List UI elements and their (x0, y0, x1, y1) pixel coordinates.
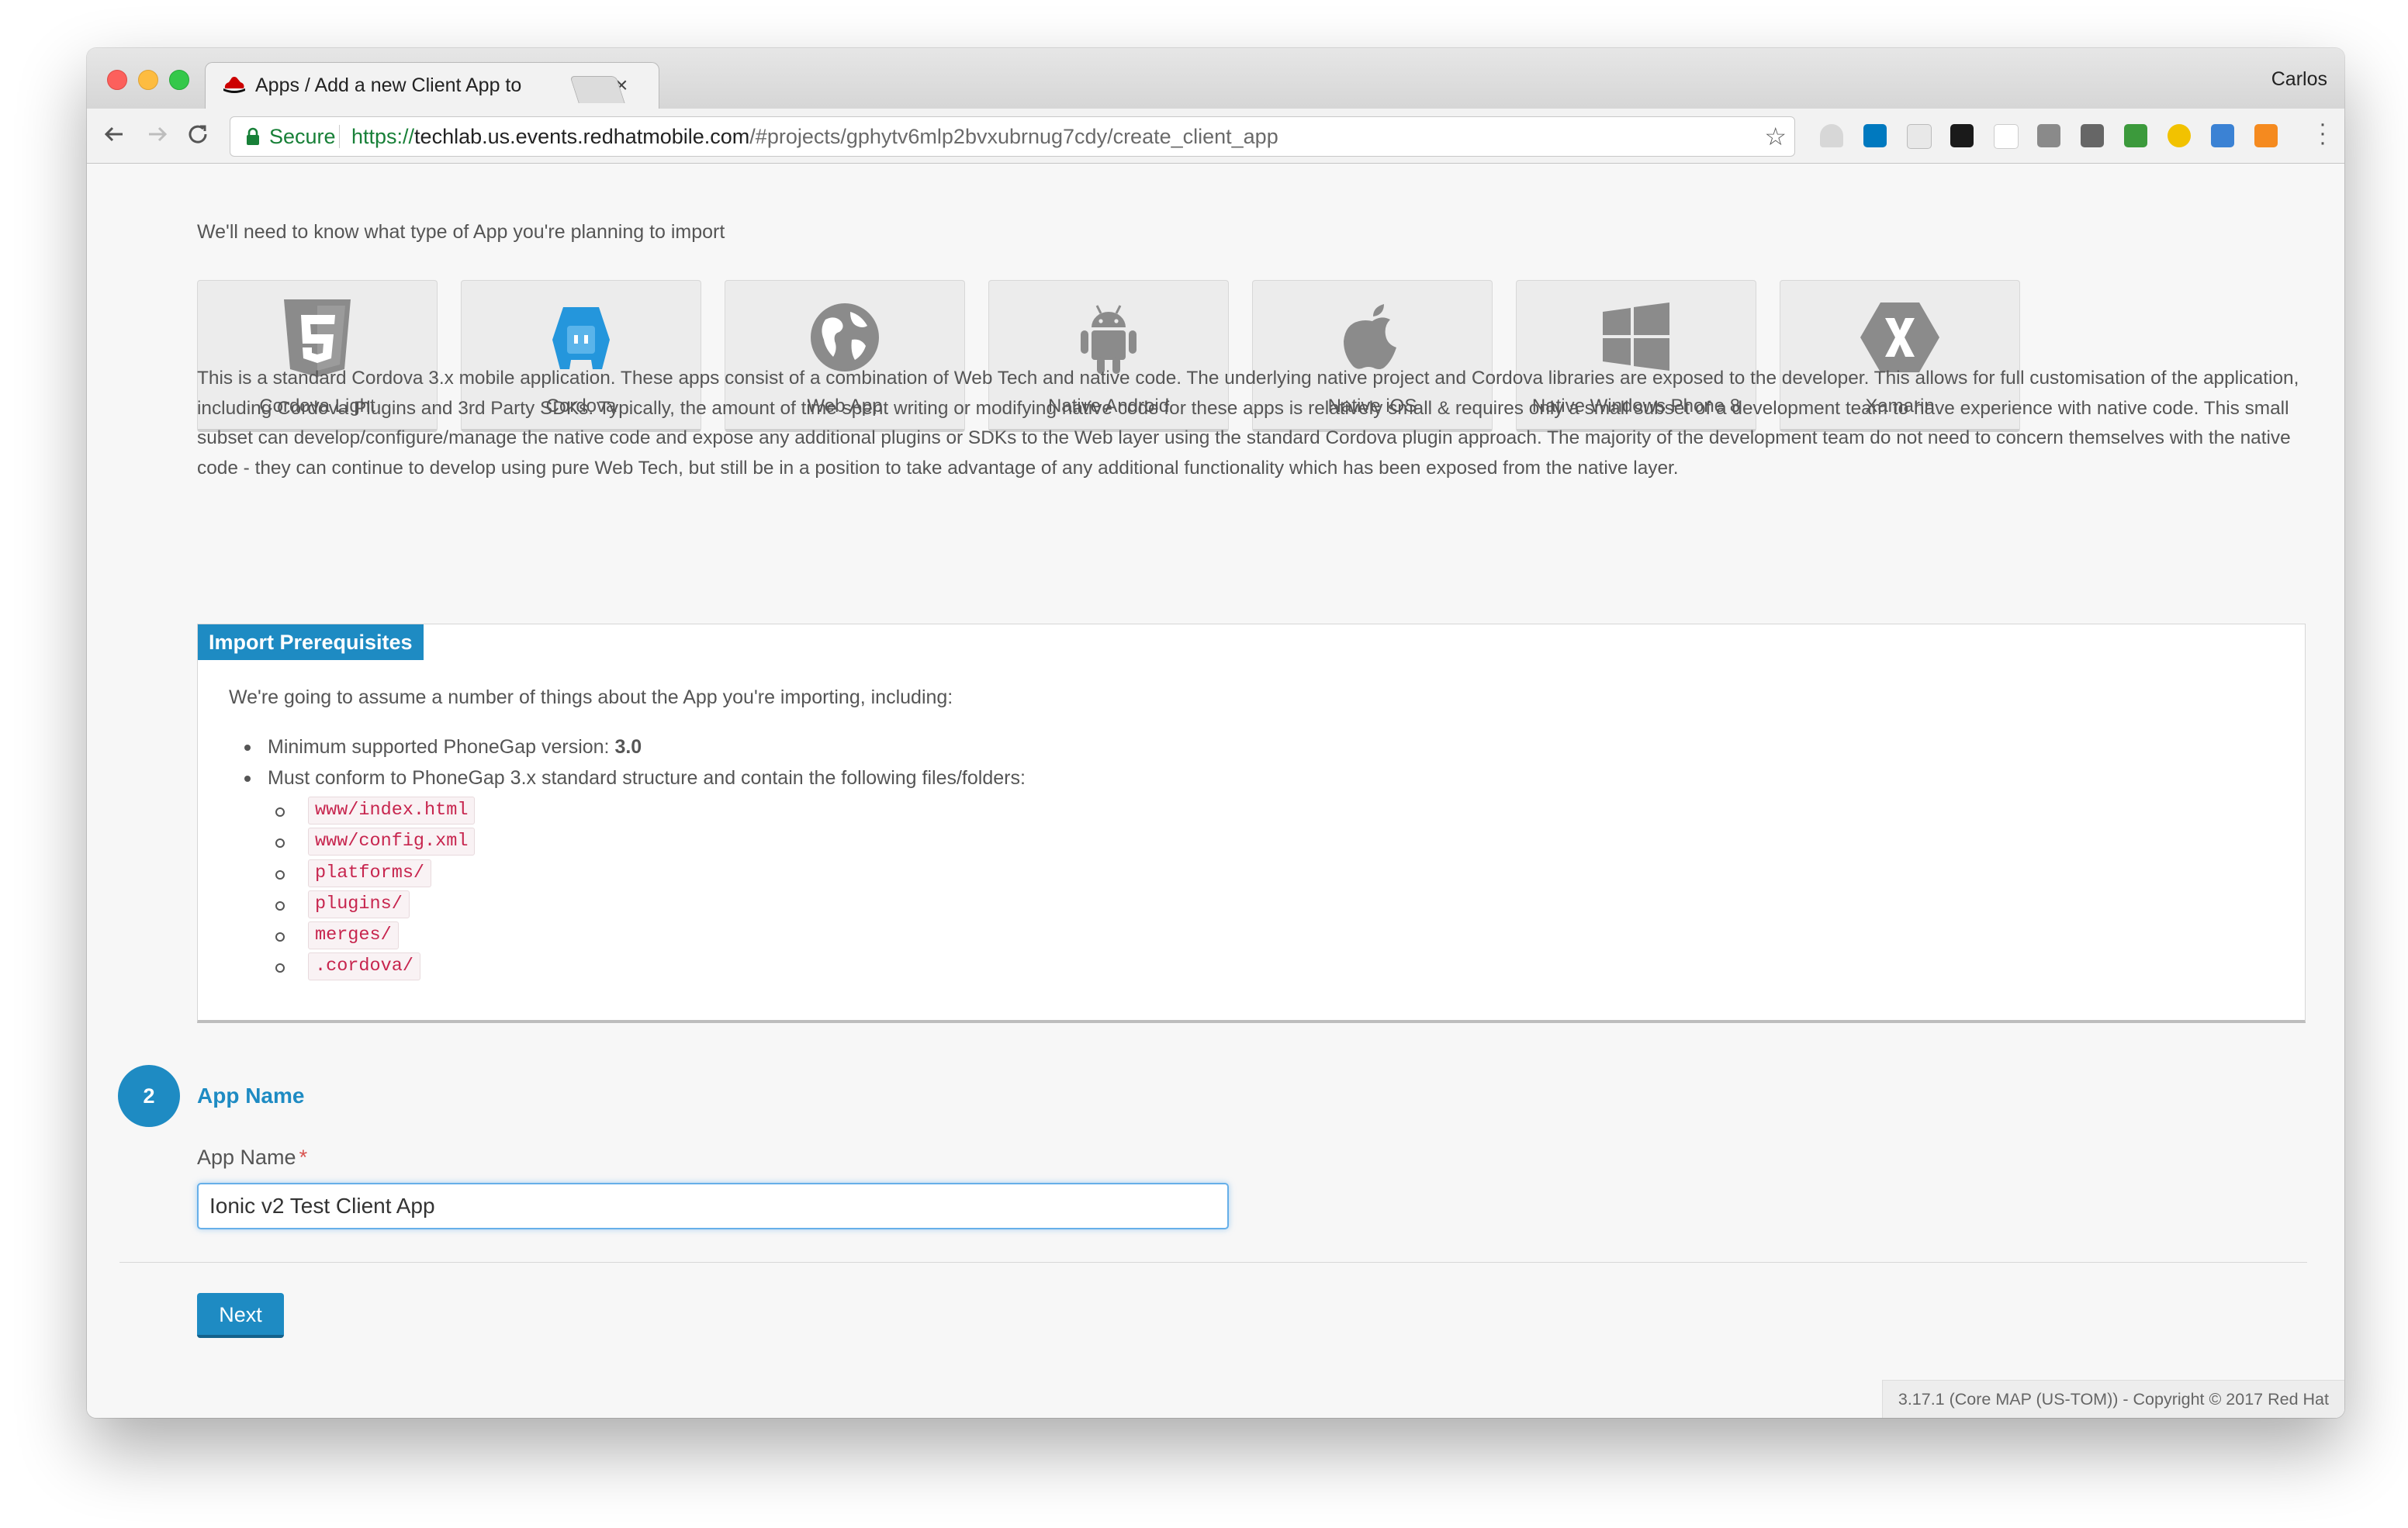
divider (119, 1262, 2307, 1263)
min-version-label: Minimum supported PhoneGap version: (268, 736, 615, 758)
list-item: Must conform to PhoneGap 3.x standard st… (244, 762, 1026, 793)
tab-title: Apps / Add a new Client App to (255, 74, 522, 96)
min-version-value: 3.0 (614, 736, 642, 758)
version-footer: 3.17.1 (Core MAP (US-TOM)) - Copyright ©… (1881, 1380, 2344, 1418)
browser-menu-icon[interactable]: · · · (2318, 112, 2327, 154)
moon-icon[interactable] (2168, 124, 2191, 147)
bookmark-star-icon[interactable]: ☆ (1764, 122, 1787, 151)
file-path: .cordova/ (308, 952, 420, 981)
required-asterisk: * (299, 1146, 308, 1169)
list-item: .cordova/ (275, 952, 475, 984)
url-path: /#projects/gphytv6mlp2bvxubrnug7cdy/crea… (749, 125, 1278, 148)
step-number: 2 (118, 1065, 180, 1127)
reload-icon[interactable] (183, 119, 213, 149)
forward-arrow-icon[interactable] (143, 119, 172, 149)
file-path: www/config.xml (308, 828, 476, 856)
list-item: platforms/ (275, 859, 475, 890)
analytics-icon[interactable] (2254, 124, 2278, 147)
app-name-label-text: App Name (197, 1146, 296, 1169)
drive-icon[interactable] (1820, 124, 1843, 147)
file-path: merges/ (308, 921, 399, 950)
list-item: www/index.html (275, 797, 476, 828)
cors-icon[interactable] (2124, 124, 2147, 147)
app-name-label: App Name * (197, 1146, 307, 1170)
list-item: Minimum supported PhoneGap version: 3.0 (244, 731, 1026, 762)
file-path: plugins/ (308, 890, 410, 918)
address-bar[interactable]: Secure https://techlab.us.events.redhatm… (230, 116, 1795, 157)
next-button[interactable]: Next (197, 1293, 284, 1338)
browser-toolbar: Secure https://techlab.us.events.redhatm… (87, 109, 2344, 164)
b-icon[interactable] (1994, 124, 2019, 149)
redhat-favicon-icon (223, 77, 245, 93)
pixel-icon[interactable] (1950, 124, 1974, 147)
page-content: We'll need to know what type of App you'… (87, 164, 2344, 1418)
app-type-description: This is a standard Cordova 3.x mobile ap… (197, 368, 2299, 479)
import-prerequisites-panel: Import Prerequisites We're going to assu… (197, 624, 2306, 1023)
url-divider (339, 125, 340, 148)
readability-icon[interactable] (1907, 124, 1932, 149)
secure-label: Secure (269, 125, 336, 148)
minimize-window-button[interactable] (138, 70, 158, 90)
prereq-title: Import Prerequisites (198, 624, 424, 660)
pocket-icon[interactable] (2037, 124, 2060, 147)
app-type-intro: We'll need to know what type of App you'… (197, 221, 725, 243)
step-title: App Name (197, 1084, 305, 1108)
new-tab-button[interactable] (569, 76, 625, 103)
list-item: merges/ (275, 921, 475, 952)
lock-icon (247, 127, 259, 145)
list-item: www/config.xml (275, 828, 476, 859)
file-path: www/index.html (308, 797, 476, 824)
browser-window: Apps / Add a new Client App to × Carlos … (87, 48, 2344, 1418)
structure-label: Must conform to PhoneGap 3.x standard st… (268, 767, 1026, 789)
trello-icon[interactable] (1863, 124, 1887, 147)
list-item: plugins/ (275, 890, 475, 921)
mail-icon[interactable] (2081, 124, 2104, 147)
prereq-list: Minimum supported PhoneGap version: 3.0 … (244, 731, 1026, 793)
profile-name[interactable]: Carlos (2271, 68, 2327, 91)
required-files-list: www/index.html www/config.xml platforms/… (275, 797, 476, 984)
back-arrow-icon[interactable] (99, 119, 129, 149)
app-name-input[interactable] (197, 1183, 1229, 1229)
screen-icon[interactable] (2211, 124, 2234, 147)
file-path: platforms/ (308, 859, 432, 887)
url-text[interactable]: https://techlab.us.events.redhatmobile.c… (351, 125, 1278, 149)
url-host: techlab.us.events.redhatmobile.com (414, 125, 750, 148)
url-protocol: https:// (351, 125, 415, 148)
close-window-button[interactable] (107, 70, 127, 90)
prereq-intro: We're going to assume a number of things… (229, 686, 953, 708)
tab-strip: Apps / Add a new Client App to × Carlos (87, 48, 2344, 109)
zoom-window-button[interactable] (169, 70, 189, 90)
